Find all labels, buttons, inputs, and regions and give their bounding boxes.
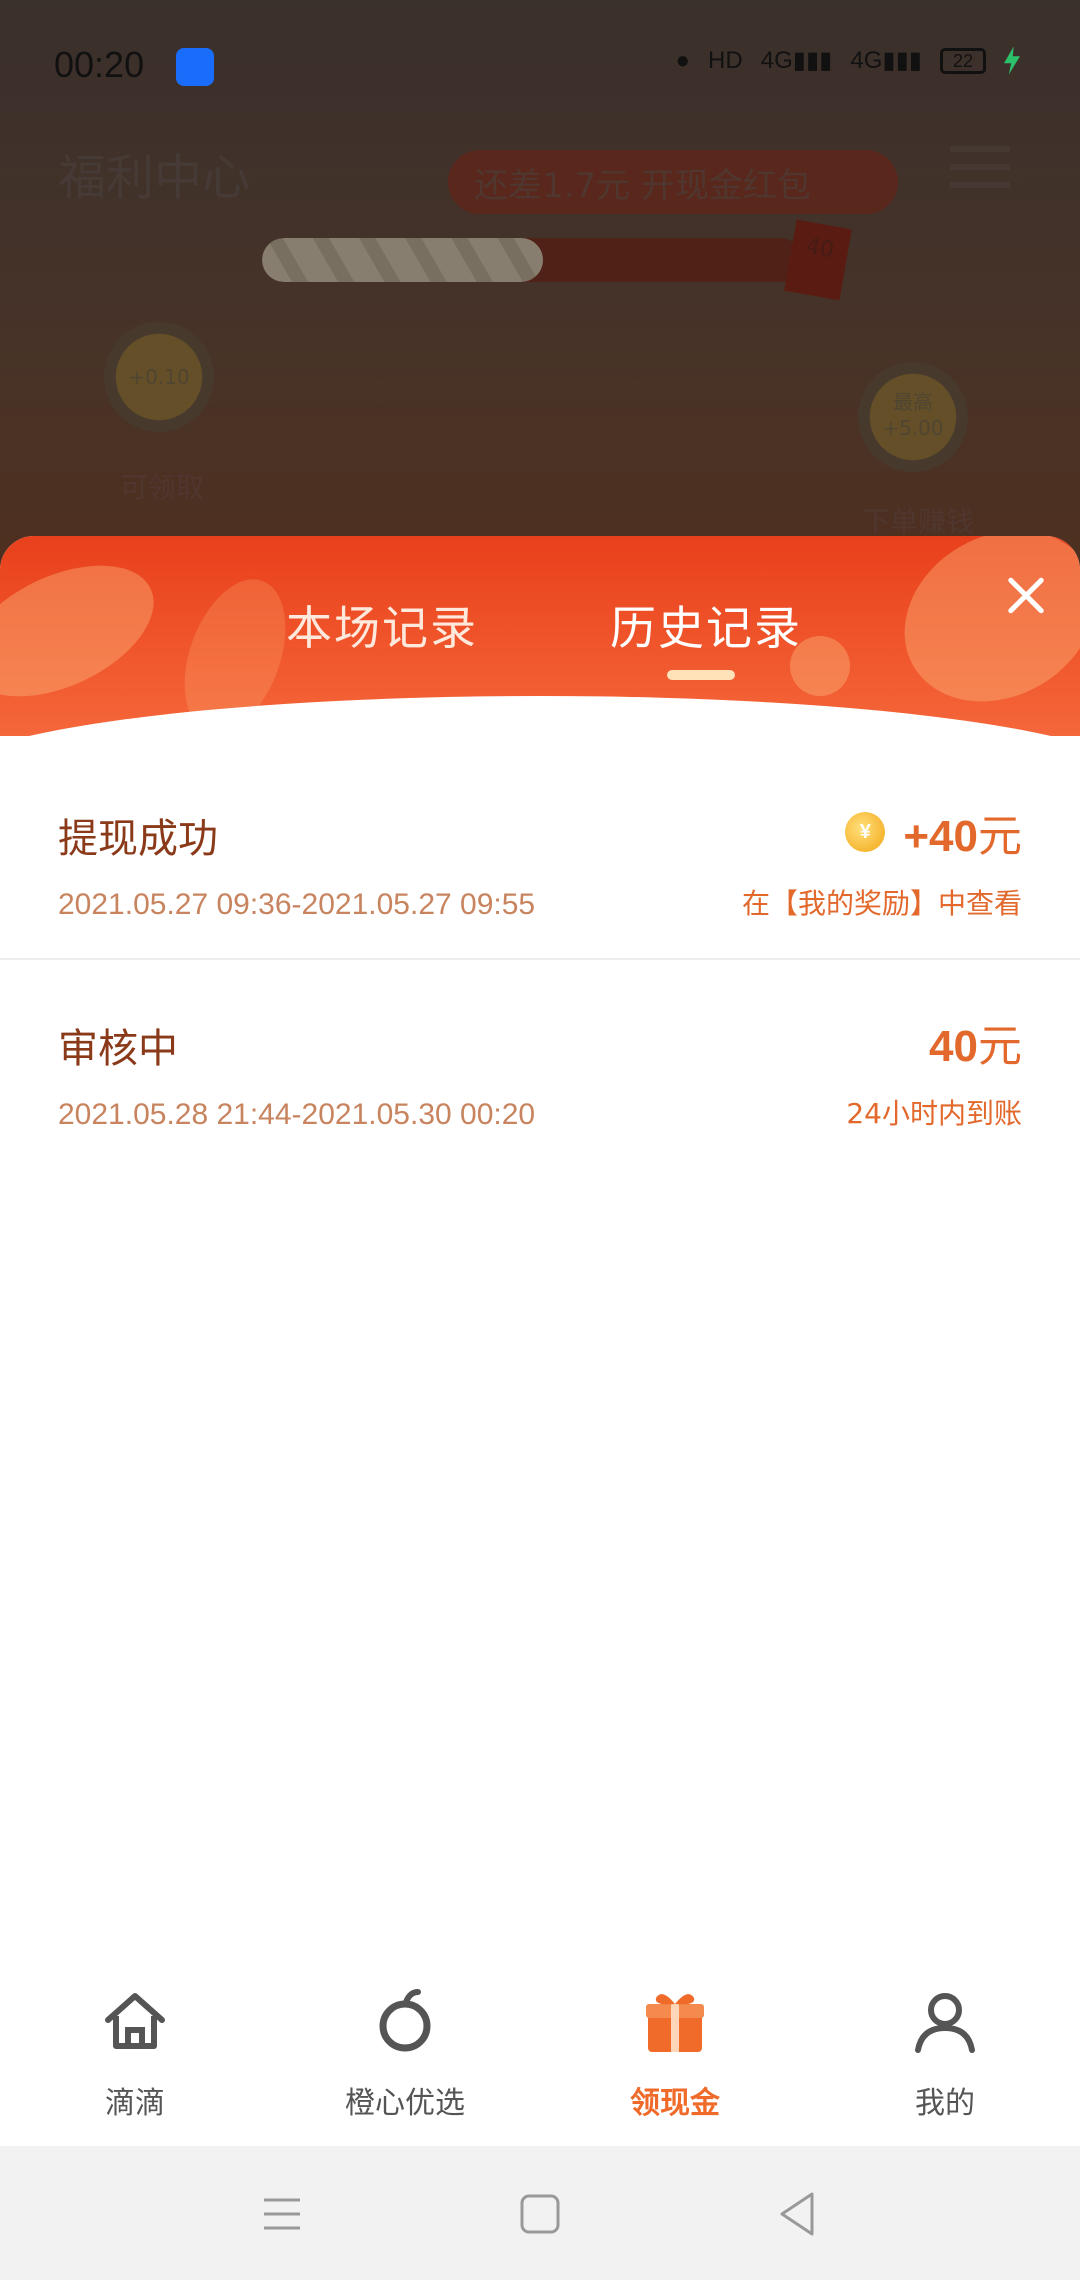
tab-active-indicator [667,670,735,680]
record-note: 24小时内到账 [846,1097,1022,1130]
nav-label: 我的 [915,2086,975,2121]
list-item[interactable]: 提现成功 2021.05.27 09:36-2021.05.27 09:55 ¥… [0,750,1080,960]
charging-icon [1004,46,1020,75]
nav-item-orange[interactable]: 橙心优选 [270,1956,540,2146]
android-app-icon [176,48,214,86]
record-amount: 40元 [929,1010,1022,1074]
status-time: 00:20 [54,44,145,85]
coin-icon: ¥ [845,812,886,852]
home-square-icon[interactable] [510,2184,570,2244]
location-icon: ● [675,46,691,74]
back-triangle-icon[interactable] [768,2184,828,2244]
dim-overlay[interactable] [0,0,1080,580]
hd-icon: HD [708,46,743,74]
record-note-link[interactable]: 在【我的奖励】中查看 [742,882,1022,922]
status-icons: ● HD 4G▮▮▮ 4G▮▮▮ 22 [676,46,1020,75]
nav-item-didi[interactable]: 滴滴 [0,1956,270,2146]
tab-current-session[interactable]: 本场记录 [286,592,478,658]
orange-icon [379,1989,431,2052]
record-time: 2021.05.28 21:44-2021.05.30 00:20 [58,1098,536,1131]
record-amount: ¥ +40元 [845,800,1022,864]
nav-label: 橙心优选 [345,2086,465,2121]
tab-history[interactable]: 历史记录 [610,592,802,658]
record-time: 2021.05.27 09:36-2021.05.27 09:55 [58,888,536,921]
nav-item-cash[interactable]: 领现金 [540,1956,810,2146]
record-status: 提现成功 [58,816,218,862]
nav-label: 领现金 [630,2086,720,2121]
records-sheet: 本场记录 历史记录 提现成功 2021.05.27 09:36-2021.05.… [0,536,1080,1956]
nav-item-me[interactable]: 我的 [810,1956,1080,2146]
record-status: 审核中 [58,1026,178,1072]
recents-menu-icon[interactable] [252,2184,312,2244]
record-amount-num: 40 [929,1022,978,1071]
signal-4g-icon: 4G▮▮▮ [760,47,833,74]
nav-label: 滴滴 [105,2086,165,2121]
profile-icon [915,1993,975,2053]
list-item[interactable]: 审核中 2021.05.28 21:44-2021.05.30 00:20 40… [0,960,1080,1170]
home-icon [105,1993,165,2049]
decor-streak [0,538,174,724]
background-page: 福利中心 还差1.7元 开现金红包 40 +0.10 可领取 最高 +5.00 … [0,0,1080,580]
system-nav-bar [0,2146,1080,2280]
record-amount-unit: 元 [978,811,1022,862]
close-button[interactable] [996,566,1056,626]
bottom-nav: 滴滴 橙心优选 领现金 我的 [0,1956,1080,2146]
gift-icon [646,1994,704,2052]
record-amount-num: +40 [903,812,978,861]
record-amount-unit: 元 [978,1021,1022,1072]
battery-icon: 22 [940,47,986,74]
signal-4g-icon-2: 4G▮▮▮ [850,47,922,74]
